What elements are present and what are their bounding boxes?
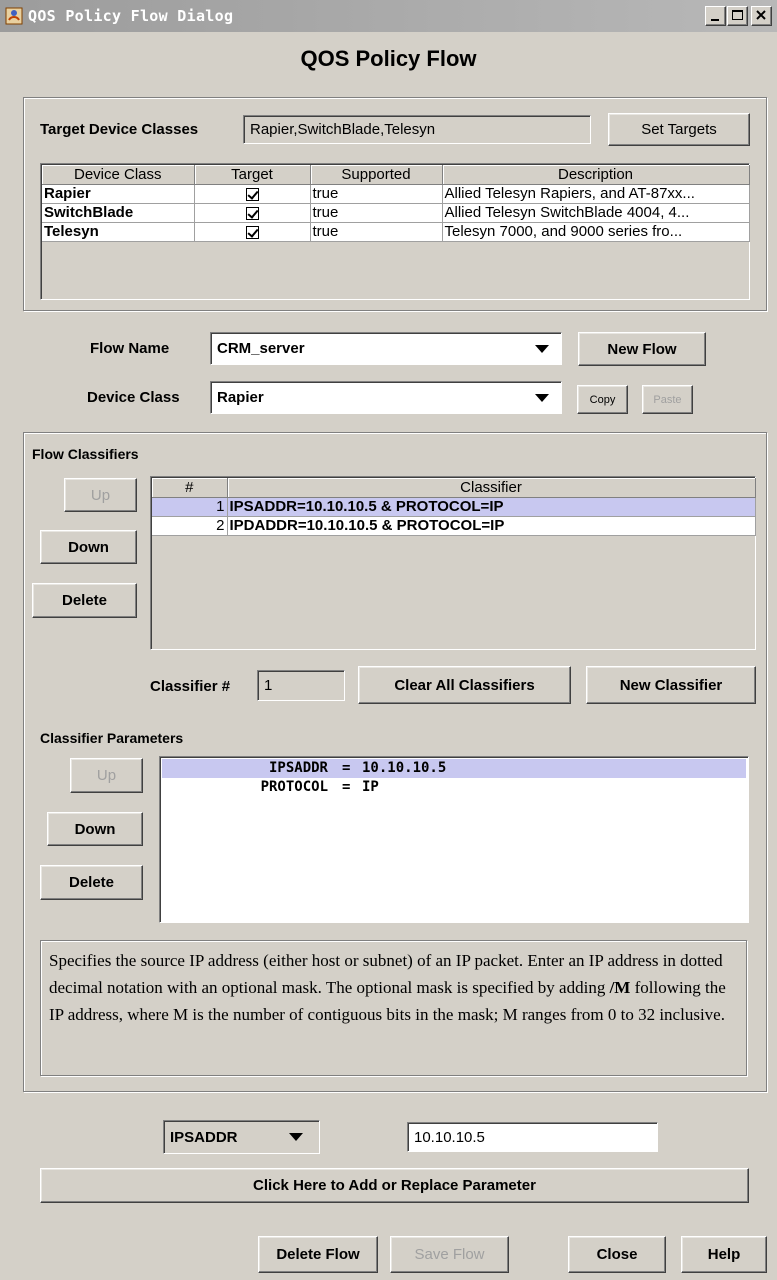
chevron-down-icon [289, 1133, 303, 1141]
target-device-table: Device Class Target Supported Descriptio… [40, 163, 750, 300]
classifier-number-cell: 1 [152, 497, 228, 517]
table-row[interactable]: 1 IPSADDR=10.10.10.5 & PROTOCOL=IP [152, 497, 756, 517]
close-button[interactable]: Close [568, 1236, 666, 1273]
supported-cell: true [310, 184, 443, 204]
window-title: QOS Policy Flow Dialog [28, 7, 234, 25]
classifier-number-cell: 2 [152, 516, 228, 536]
flow-classifiers-title: Flow Classifiers [32, 446, 139, 462]
classifier-cell: IPDADDR=10.10.10.5 & PROTOCOL=IP [227, 516, 756, 536]
target-device-classes-field: Rapier,SwitchBlade,Telesyn [243, 115, 591, 144]
device-class-cell: Rapier [42, 184, 195, 204]
description-mask-token: /M [609, 978, 631, 997]
new-classifier-button[interactable]: New Classifier [586, 666, 756, 704]
column-header-target[interactable]: Target [194, 165, 311, 185]
parameter-name: PROTOCOL [260, 779, 328, 795]
description-cell: Allied Telesyn Rapiers, and AT-87xx... [442, 184, 750, 204]
classifier-number-label: Classifier # [150, 678, 231, 695]
classifier-cell: IPSADDR=10.10.10.5 & PROTOCOL=IP [227, 497, 756, 517]
list-item[interactable]: IPSADDR = 10.10.10.5 [162, 759, 746, 778]
device-class-dropdown[interactable]: Rapier [210, 381, 562, 414]
parameter-down-button[interactable]: Down [47, 812, 143, 846]
add-replace-parameter-button[interactable]: Click Here to Add or Replace Parameter [40, 1168, 749, 1203]
target-device-classes-label: Target Device Classes [40, 121, 199, 138]
clear-all-classifiers-button[interactable]: Clear All Classifiers [358, 666, 571, 704]
flow-name-dropdown[interactable]: CRM_server [210, 332, 562, 365]
device-class-cell: Telesyn [42, 222, 195, 242]
supported-cell: true [310, 203, 443, 223]
target-checkbox[interactable] [245, 225, 259, 239]
parameter-list[interactable]: IPSADDR = 10.10.10.5 PROTOCOL = IP [159, 756, 749, 923]
device-class-label: Device Class [87, 389, 180, 406]
target-cell[interactable] [194, 203, 311, 223]
close-window-button[interactable] [751, 6, 772, 26]
delete-flow-button[interactable]: Delete Flow [258, 1236, 378, 1273]
table-row[interactable]: Telesyn true Telesyn 7000, and 9000 seri… [42, 222, 750, 242]
parameter-value: IP [362, 779, 379, 795]
classifier-number-field: 1 [257, 670, 345, 701]
target-checkbox[interactable] [245, 187, 259, 201]
classifier-delete-button[interactable]: Delete [32, 583, 137, 618]
column-header-description[interactable]: Description [442, 165, 750, 185]
list-item[interactable]: PROTOCOL = IP [162, 778, 746, 797]
target-cell[interactable] [194, 222, 311, 242]
maximize-button[interactable] [727, 6, 748, 26]
table-row[interactable]: Rapier true Allied Telesyn Rapiers, and … [42, 184, 750, 204]
column-header-classifier[interactable]: Classifier [227, 478, 756, 498]
target-cell[interactable] [194, 184, 311, 204]
classifier-down-button[interactable]: Down [40, 530, 137, 564]
column-header-supported[interactable]: Supported [310, 165, 443, 185]
supported-cell: true [310, 222, 443, 242]
paste-button[interactable]: Paste [642, 385, 693, 414]
table-row[interactable]: SwitchBlade true Allied Telesyn SwitchBl… [42, 203, 750, 223]
parameter-type-value: IPSADDR [170, 1128, 238, 1146]
parameter-equals: = [342, 779, 351, 795]
set-targets-button[interactable]: Set Targets [608, 113, 750, 146]
java-app-icon [5, 7, 23, 25]
minimize-button[interactable] [705, 6, 726, 26]
help-button[interactable]: Help [681, 1236, 767, 1273]
parameter-description: Specifies the source IP address (either … [40, 940, 747, 1076]
new-flow-button[interactable]: New Flow [578, 332, 706, 366]
classifier-parameters-title: Classifier Parameters [40, 730, 184, 746]
parameter-delete-button[interactable]: Delete [40, 865, 143, 900]
classifier-up-button[interactable]: Up [64, 478, 137, 512]
description-cell: Telesyn 7000, and 9000 series fro... [442, 222, 750, 242]
flow-name-label: Flow Name [90, 340, 170, 357]
parameter-name: IPSADDR [268, 760, 328, 776]
target-checkbox[interactable] [245, 206, 259, 220]
minimize-icon [711, 19, 719, 21]
chevron-down-icon [535, 344, 549, 353]
column-header-number[interactable]: # [152, 478, 228, 498]
parameter-value-input[interactable]: 10.10.10.5 [407, 1122, 658, 1152]
table-row[interactable]: 2 IPDADDR=10.10.10.5 & PROTOCOL=IP [152, 516, 756, 536]
device-class-value: Rapier [217, 389, 264, 406]
save-flow-button[interactable]: Save Flow [390, 1236, 509, 1273]
classifiers-table: # Classifier 1 IPSADDR=10.10.10.5 & PROT… [150, 476, 756, 650]
parameter-equals: = [342, 760, 351, 776]
parameter-type-dropdown[interactable]: IPSADDR [163, 1120, 320, 1154]
column-header-device-class[interactable]: Device Class [42, 165, 195, 185]
dialog-heading: QOS Policy Flow [300, 46, 477, 71]
title-bar: QOS Policy Flow Dialog [0, 0, 777, 32]
maximize-icon [732, 10, 743, 20]
parameter-value: 10.10.10.5 [362, 760, 447, 776]
chevron-down-icon [535, 393, 549, 402]
close-icon [756, 10, 766, 20]
description-cell: Allied Telesyn SwitchBlade 4004, 4... [442, 203, 750, 223]
device-class-cell: SwitchBlade [42, 203, 195, 223]
flow-name-value: CRM_server [217, 340, 305, 357]
copy-button[interactable]: Copy [577, 385, 628, 414]
parameter-up-button[interactable]: Up [70, 758, 143, 793]
